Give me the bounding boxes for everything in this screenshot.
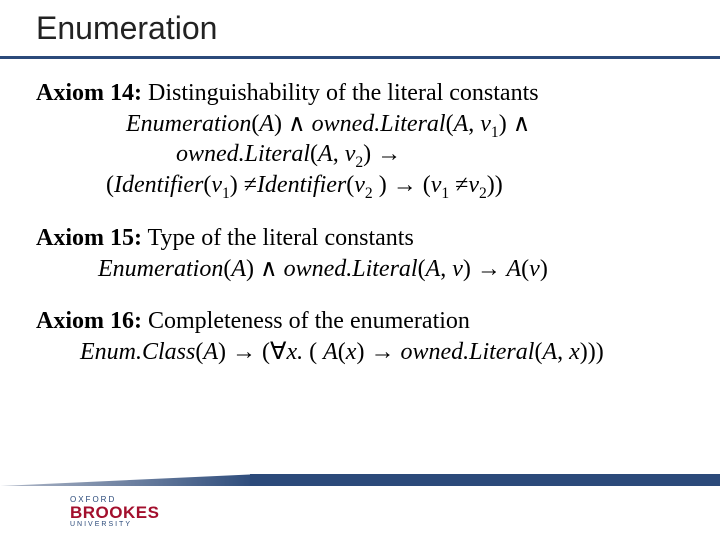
axiom-15-block: Axiom 15: Type of the literal constants …: [36, 223, 686, 284]
logo-brookes: BROOKES: [70, 504, 159, 521]
t: (: [418, 256, 426, 282]
t: v: [431, 172, 442, 198]
t: Enumeration: [126, 111, 251, 137]
and-symbol: ∧: [288, 111, 306, 137]
axiom-16-label: Axiom 16:: [36, 308, 142, 334]
implies-symbol: →: [477, 256, 501, 282]
sub: 2: [365, 185, 373, 202]
t: (: [309, 339, 323, 365]
t: Enumeration: [98, 256, 223, 282]
t: v: [452, 256, 463, 282]
t: )): [487, 172, 503, 198]
t: owned.Literal: [176, 141, 310, 167]
t: owned.Literal: [306, 111, 446, 137]
axiom-16-heading: Axiom 16: Completeness of the enumeratio…: [36, 306, 686, 337]
t: ): [246, 256, 260, 282]
t: owned.Literal: [278, 256, 418, 282]
t: ): [463, 256, 477, 282]
t: Enum.Class: [80, 339, 195, 365]
axiom-15-heading: Axiom 15: Type of the literal constants: [36, 223, 686, 254]
footer-decoration-left: [0, 474, 260, 486]
axiom-16-line1: Enum.Class(A) → (∀x. ( A(x) → owned.Lite…: [80, 337, 686, 368]
content-area: Axiom 14: Distinguishability of the lite…: [36, 78, 686, 390]
sub: 1: [222, 185, 230, 202]
t: v: [345, 141, 356, 167]
slide: Enumeration Axiom 14: Distinguishability…: [0, 0, 720, 540]
t: A: [426, 256, 441, 282]
t: A: [231, 256, 246, 282]
sub: 1: [491, 124, 499, 141]
t: ): [373, 172, 393, 198]
implies-symbol: →: [377, 141, 401, 167]
sub: 2: [479, 185, 487, 202]
forall-symbol: ∀: [270, 339, 286, 365]
t: ,: [468, 111, 480, 137]
neq-symbol: ≠: [244, 172, 257, 198]
t: x: [569, 339, 580, 365]
t: (: [106, 172, 114, 198]
axiom-15-desc: Type of the literal constants: [142, 225, 414, 251]
footer-decoration-right: [250, 474, 720, 486]
axiom-14-desc: Distinguishability of the literal consta…: [142, 80, 539, 106]
t: owned.Literal: [394, 339, 534, 365]
slide-title: Enumeration: [36, 10, 217, 47]
t: (: [417, 172, 431, 198]
t: (: [310, 141, 318, 167]
t: ,: [333, 141, 345, 167]
t: v: [529, 256, 540, 282]
t: A: [542, 339, 557, 365]
t: ): [274, 111, 288, 137]
sub: 2: [355, 154, 363, 171]
and-symbol: ∧: [513, 111, 531, 137]
t: (: [256, 339, 270, 365]
axiom-16-block: Axiom 16: Completeness of the enumeratio…: [36, 306, 686, 367]
axiom-14-line1: Enumeration(A) ∧ owned.Literal(A, v1) ∧: [126, 109, 686, 140]
axiom-14-line2: owned.Literal(A, v2) →: [176, 139, 686, 170]
axiom-15-line1: Enumeration(A) ∧ owned.Literal(A, v) → A…: [98, 254, 686, 285]
t: ): [230, 172, 244, 198]
t: A: [203, 339, 218, 365]
t: ,: [557, 339, 569, 365]
t: (: [446, 111, 454, 137]
t: v: [480, 111, 491, 137]
t: A: [323, 339, 338, 365]
t: A: [454, 111, 469, 137]
implies-symbol: →: [370, 339, 394, 365]
t: ): [499, 111, 513, 137]
t: A: [259, 111, 274, 137]
logo-university: UNIVERSITY: [70, 521, 159, 528]
t: v: [354, 172, 365, 198]
t: v: [211, 172, 222, 198]
t: Identifier: [114, 172, 203, 198]
t: (: [338, 339, 346, 365]
t: A: [318, 141, 333, 167]
axiom-14-block: Axiom 14: Distinguishability of the lite…: [36, 78, 686, 201]
neq-symbol: ≠: [455, 172, 468, 198]
t: ,: [440, 256, 452, 282]
t: x: [346, 339, 357, 365]
implies-symbol: →: [393, 172, 417, 198]
t: Identifier: [257, 172, 346, 198]
title-underline: [0, 56, 720, 59]
implies-symbol: →: [232, 339, 256, 365]
t: ): [363, 141, 377, 167]
t: x.: [286, 339, 309, 365]
t: (: [521, 256, 529, 282]
t: ))): [580, 339, 604, 365]
sub: 1: [441, 185, 449, 202]
axiom-15-label: Axiom 15:: [36, 225, 142, 251]
oxford-brookes-logo: OXFORD BROOKES UNIVERSITY: [70, 496, 159, 528]
t: A: [501, 256, 521, 282]
t: ): [356, 339, 370, 365]
t: v: [468, 172, 479, 198]
axiom-14-label: Axiom 14:: [36, 80, 142, 106]
and-symbol: ∧: [260, 256, 278, 282]
axiom-16-desc: Completeness of the enumeration: [142, 308, 470, 334]
t: ): [540, 256, 548, 282]
t: ): [218, 339, 232, 365]
axiom-14-line3: (Identifier(v1) ≠Identifier(v2 ) → (v1 ≠…: [106, 170, 686, 201]
axiom-14-heading: Axiom 14: Distinguishability of the lite…: [36, 78, 686, 109]
